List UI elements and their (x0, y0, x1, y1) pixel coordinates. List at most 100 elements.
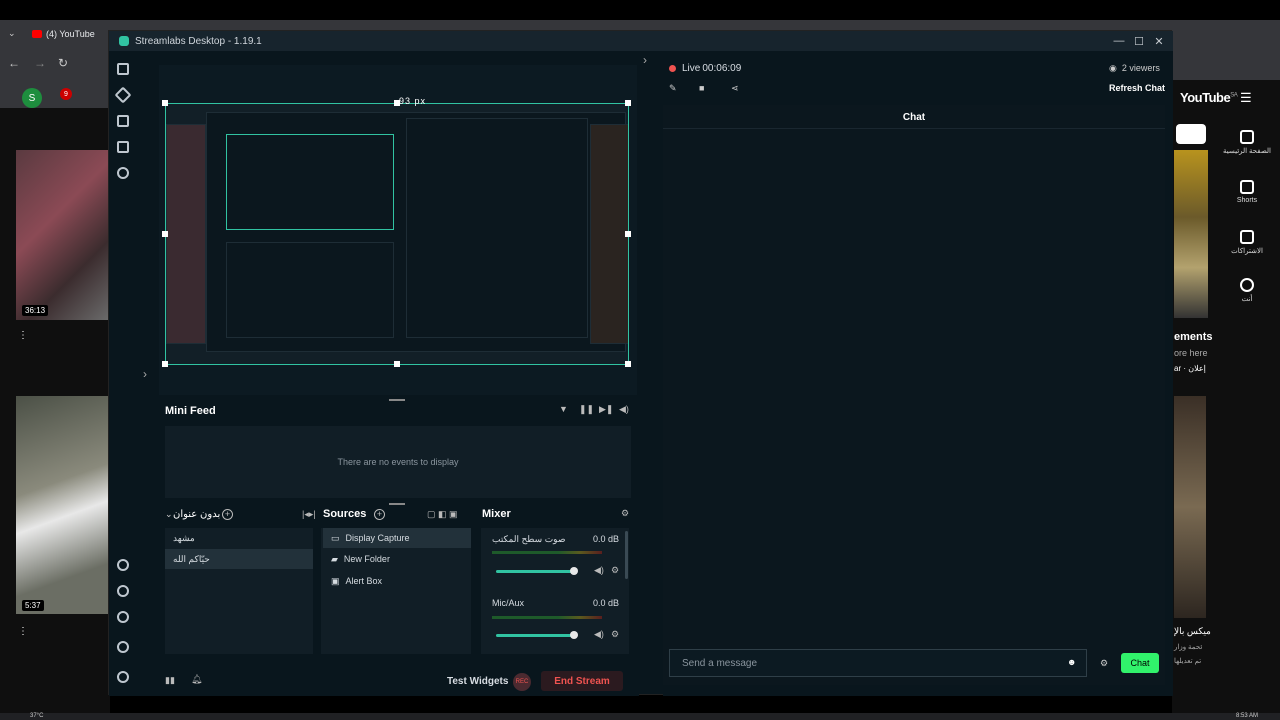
mixer-scrollbar[interactable] (625, 531, 628, 579)
chevron-right-icon[interactable]: › (143, 367, 147, 381)
speaker-icon[interactable]: ◀) (594, 629, 604, 640)
test-widgets-button[interactable]: Test Widgets (447, 676, 508, 687)
refresh-chat-button[interactable]: Refresh Chat (1109, 83, 1165, 93)
transition-icon[interactable]: |◂▸| (302, 509, 316, 520)
home-icon (1240, 130, 1254, 144)
learn-icon[interactable] (117, 611, 129, 623)
chat-header: Chat (663, 107, 1165, 129)
volume-slider[interactable] (496, 570, 574, 573)
tools-icon[interactable] (114, 86, 132, 104)
settings-gear-icon[interactable] (117, 641, 129, 653)
channel-gear-icon[interactable]: ⚙ (611, 565, 619, 576)
highlighter-icon[interactable] (117, 585, 129, 597)
resize-handle-tr[interactable] (625, 100, 631, 106)
video-thumbnail-2[interactable] (16, 396, 108, 614)
nested-yt-strip-right (590, 124, 628, 344)
panel-resize-grip[interactable] (389, 503, 405, 505)
yt-nav-home[interactable]: الصفحة الرئيسية (1212, 130, 1280, 155)
browser-tab-youtube[interactable]: (4) YouTube (28, 24, 108, 44)
chat-send-button[interactable]: Chat (1121, 653, 1159, 673)
source-item-folder[interactable]: ▰ New Folder (323, 549, 471, 569)
user-account-icon[interactable] (117, 671, 129, 683)
dashboard-icon[interactable] (117, 559, 129, 571)
resize-handle-b[interactable] (394, 361, 400, 367)
mini-feed-title: Mini Feed (165, 405, 216, 417)
chip-button[interactable] (1176, 124, 1206, 144)
live-dot-icon (669, 65, 676, 72)
eye-icon: ◉ (1109, 63, 1117, 73)
close-button[interactable]: ✕ (1149, 31, 1169, 51)
resize-handle-t[interactable] (394, 100, 400, 106)
add-scene-icon[interactable]: + (222, 509, 233, 520)
panel-resize-grip[interactable] (389, 399, 405, 401)
resize-handle-tl[interactable] (162, 100, 168, 106)
resize-handle-r[interactable] (625, 231, 631, 237)
weather-temp: 37°C (30, 713, 44, 719)
yt-nav-you[interactable]: أنت (1212, 278, 1280, 303)
scene-item[interactable]: حيّاكم الله (165, 549, 313, 569)
menu-icon[interactable]: ☰ (1240, 90, 1252, 106)
nested-chat (406, 118, 588, 338)
bell-icon[interactable]: 🔔︎ (191, 674, 202, 685)
forward-arrow-icon[interactable]: → (34, 56, 46, 70)
streamlabs-logo-icon (119, 36, 129, 46)
back-arrow-icon[interactable]: ← (8, 56, 20, 70)
overlay-icon[interactable] (117, 141, 129, 153)
resize-handle-br[interactable] (625, 361, 631, 367)
send-message-input[interactable]: Send a message (669, 649, 1087, 677)
pause-icon[interactable]: ❚❚ (579, 404, 594, 415)
edit-pencil-icon[interactable]: ✎ (669, 83, 677, 94)
folder-icon: ▰ (331, 553, 338, 564)
minimize-button[interactable]: — (1109, 31, 1129, 51)
collapse-chevron-icon[interactable]: ⌄ (165, 509, 173, 520)
source-item-display-capture[interactable]: ▭ Display Capture (323, 528, 471, 548)
resize-handle-bl[interactable] (162, 361, 168, 367)
maximize-button[interactable]: ☐ (1129, 31, 1149, 51)
audio-meter (492, 551, 602, 554)
preview-canvas[interactable] (165, 103, 629, 365)
mixer-settings-gear-icon[interactable]: ⚙ (621, 508, 629, 519)
rec-button[interactable]: REC (513, 673, 531, 691)
tab-list-chevron-icon[interactable]: ⌄ (8, 28, 16, 39)
add-source-icon[interactable]: + (374, 509, 385, 520)
more-options-icon[interactable]: ⋮ (18, 330, 28, 341)
video-duration-1: 36:13 (22, 305, 49, 316)
youtube-logo[interactable]: YouTubeSA (1180, 90, 1238, 105)
stats-icon[interactable]: ▮▮ (165, 675, 175, 686)
reload-icon[interactable]: ↻ (58, 56, 68, 70)
volume-slider[interactable] (496, 634, 574, 637)
promo-thumbnail[interactable] (1174, 150, 1208, 318)
chevron-right-icon[interactable]: › (643, 53, 647, 67)
volume-slider-knob[interactable] (570, 631, 578, 639)
source-item-alert-box[interactable]: ▣ Alert Box (323, 571, 471, 591)
video-thumbnail-right[interactable] (1174, 396, 1206, 618)
camera-icon[interactable]: ■ (699, 83, 704, 93)
volume-slider-knob[interactable] (570, 567, 578, 575)
share-icon[interactable]: ⋖ (731, 83, 739, 94)
scene-collection-title[interactable]: بدون عنوان (173, 509, 220, 520)
chat-frame (663, 105, 1165, 685)
source-tools-icon[interactable]: ▢ ◧ ▣ (427, 509, 458, 520)
profile-avatar[interactable]: S (22, 88, 42, 108)
yt-nav-subscriptions[interactable]: الاشتراكات (1212, 230, 1280, 255)
yt-nav-shorts[interactable]: Shorts (1212, 180, 1280, 204)
notification-badge[interactable]: 9 (60, 88, 72, 100)
chat-settings-gear-icon[interactable]: ⚙ (1100, 658, 1108, 669)
speaker-icon[interactable]: ◀) (594, 565, 604, 576)
video-title-right: ميكس بالإ (1174, 626, 1211, 636)
emoji-icon[interactable]: ☻ (1067, 657, 1076, 667)
filter-icon[interactable]: ▼ (559, 404, 568, 414)
resize-handle-l[interactable] (162, 231, 168, 237)
promo-title: ements (1174, 331, 1213, 343)
editor-icon[interactable] (117, 63, 129, 75)
skip-icon[interactable]: ▶❚ (599, 404, 613, 415)
volume-icon[interactable]: ◀) (619, 404, 629, 415)
video-thumbnail-1[interactable] (16, 150, 108, 320)
taskbar-clock: 8:53 AM (1236, 713, 1259, 719)
store-icon[interactable] (117, 115, 129, 127)
end-stream-button[interactable]: End Stream (541, 671, 623, 691)
scene-item[interactable]: مشهد (165, 528, 313, 548)
more-options-icon[interactable]: ⋮ (18, 626, 28, 637)
play-icon[interactable] (117, 167, 129, 179)
channel-gear-icon[interactable]: ⚙ (611, 629, 619, 640)
